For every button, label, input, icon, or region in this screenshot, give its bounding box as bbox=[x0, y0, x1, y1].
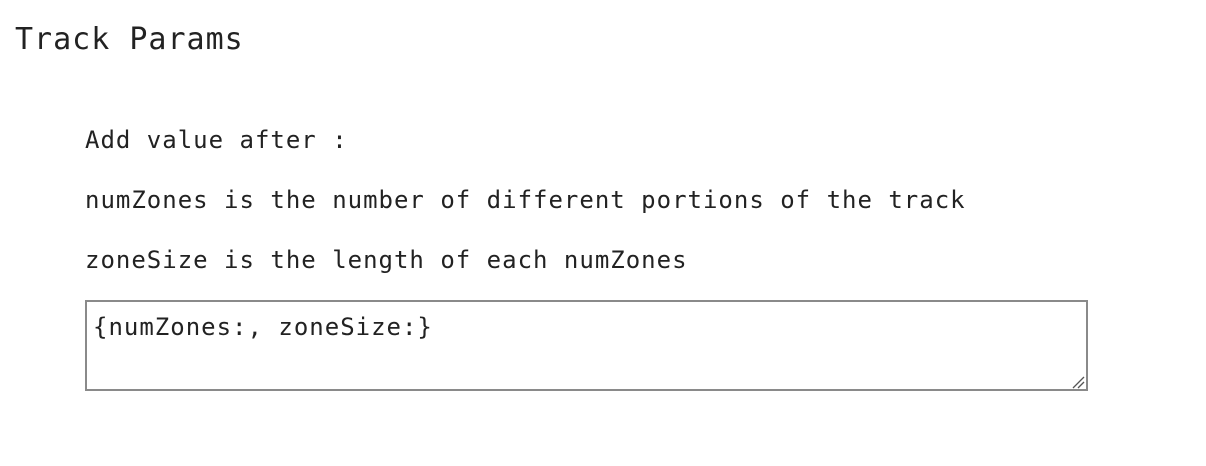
instruction-add-value: Add value after : bbox=[85, 126, 348, 154]
instructions-section: Add value after : numZones is the number… bbox=[85, 120, 1088, 280]
page-title: Track Params bbox=[15, 22, 244, 57]
instruction-num-zones: numZones is the number of different port… bbox=[85, 186, 966, 214]
track-params-page: Track Params Add value after : numZones … bbox=[0, 0, 1206, 466]
resize-grip-icon[interactable] bbox=[1071, 374, 1085, 389]
params-textarea[interactable] bbox=[85, 300, 1088, 391]
params-input-container bbox=[85, 300, 1088, 391]
instruction-zone-size: zoneSize is the length of each numZones bbox=[85, 246, 688, 274]
